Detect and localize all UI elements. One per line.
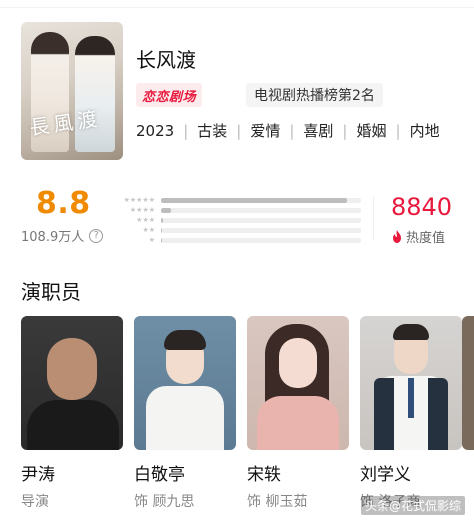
- tag-genre: 喜剧: [303, 122, 334, 140]
- cast-name: 尹涛: [21, 465, 55, 485]
- cast-member[interactable]: 尹涛 导演: [21, 316, 123, 511]
- cast-photo[interactable]: [247, 316, 349, 450]
- rating-divider: [373, 196, 374, 240]
- star-icon: ★★★★: [129, 206, 155, 214]
- rating-bar-fill: [161, 238, 162, 243]
- top-divider: [0, 7, 474, 8]
- cast-name: 刘学义: [360, 465, 411, 485]
- rating-bar-fill: [161, 198, 347, 203]
- heat-label: 热度值: [392, 227, 445, 246]
- cast-section-title: 演职员: [21, 280, 81, 304]
- cast-member[interactable]: 宋轶 饰 柳玉茹: [247, 316, 349, 511]
- photo-coat: [374, 378, 394, 450]
- tag-separator: |: [342, 121, 348, 140]
- cast-photo[interactable]: [134, 316, 236, 450]
- rating-row-3-star: ★★★: [113, 216, 361, 225]
- rating-row-2-star: ★★: [113, 226, 361, 235]
- tag-separator: |: [395, 121, 401, 140]
- photo-coat: [428, 378, 448, 450]
- star-icon: ★: [148, 236, 155, 244]
- rating-row-1-star: ★: [113, 236, 361, 245]
- rating-bar-fill: [161, 218, 163, 223]
- photo-hair: [164, 330, 206, 350]
- heat-label-text: 热度值: [406, 231, 446, 246]
- photo-hair: [393, 324, 429, 340]
- poster-figure-right: [75, 36, 115, 152]
- rating-distribution: ★★★★★ ★★★★ ★★★ ★★ ★: [113, 196, 361, 246]
- cast-member[interactable]: 刘学义 饰 洛子商: [360, 316, 462, 511]
- cast-name: 白敬亭: [134, 465, 185, 485]
- cast-role: 饰 顾九思: [134, 494, 195, 510]
- question-circle-icon[interactable]: ?: [89, 228, 104, 243]
- show-poster[interactable]: 長風渡: [21, 22, 123, 160]
- rating-bar-fill: [161, 208, 171, 213]
- watermark: 头条@花式侃影综: [361, 496, 466, 515]
- cast-role: 导演: [21, 494, 49, 510]
- cast-role: 饰 柳玉茹: [247, 494, 308, 510]
- cast-next-peek[interactable]: [462, 316, 474, 450]
- star-icon: ★★★★★: [123, 196, 155, 204]
- flame-icon: [393, 230, 401, 243]
- heat-value: 8840: [391, 193, 453, 221]
- cast-name: 宋轶: [247, 465, 281, 485]
- cast-photo[interactable]: [360, 316, 462, 450]
- cast-list: 尹涛 导演 白敬亭 饰 顾九思 宋轶 饰 柳玉茹 刘学义 饰 洛子商: [21, 316, 462, 511]
- rating-row-4-star: ★★★★: [113, 206, 361, 215]
- tag-region: 内地: [409, 122, 440, 140]
- star-icon: ★★: [142, 226, 155, 234]
- star-icon: ★★★: [136, 216, 155, 224]
- cast-photo[interactable]: [21, 316, 123, 450]
- tag-year: 2023: [136, 121, 175, 140]
- tag-separator: |: [183, 121, 189, 140]
- platform-badge[interactable]: 恋恋剧场: [136, 83, 203, 107]
- rank-badge[interactable]: 电视剧热播榜第2名: [246, 83, 383, 107]
- show-tags: 2023 | 古装 | 爱情 | 喜剧 | 婚姻 | 内地: [136, 120, 440, 141]
- rating-row-5-star: ★★★★★: [113, 196, 361, 205]
- rating-votes: 108.9万人 ?: [21, 226, 104, 245]
- cast-member[interactable]: 白敬亭 饰 顾九思: [134, 316, 236, 511]
- photo-face: [279, 338, 317, 388]
- votes-count: 108.9万人: [21, 230, 85, 245]
- photo-tie: [408, 378, 414, 418]
- photo-body: [27, 400, 119, 450]
- photo-body: [146, 386, 224, 450]
- rating-bar-fill: [161, 228, 162, 233]
- tag-genre: 婚姻: [356, 122, 387, 140]
- rating-score: 8.8: [36, 186, 91, 221]
- photo-face: [47, 338, 97, 400]
- tag-separator: |: [236, 121, 242, 140]
- tag-genre: 爱情: [250, 122, 281, 140]
- show-title: 长风渡: [136, 48, 196, 72]
- photo-body: [257, 396, 339, 450]
- tag-genre: 古装: [197, 122, 228, 140]
- tag-separator: |: [289, 121, 295, 140]
